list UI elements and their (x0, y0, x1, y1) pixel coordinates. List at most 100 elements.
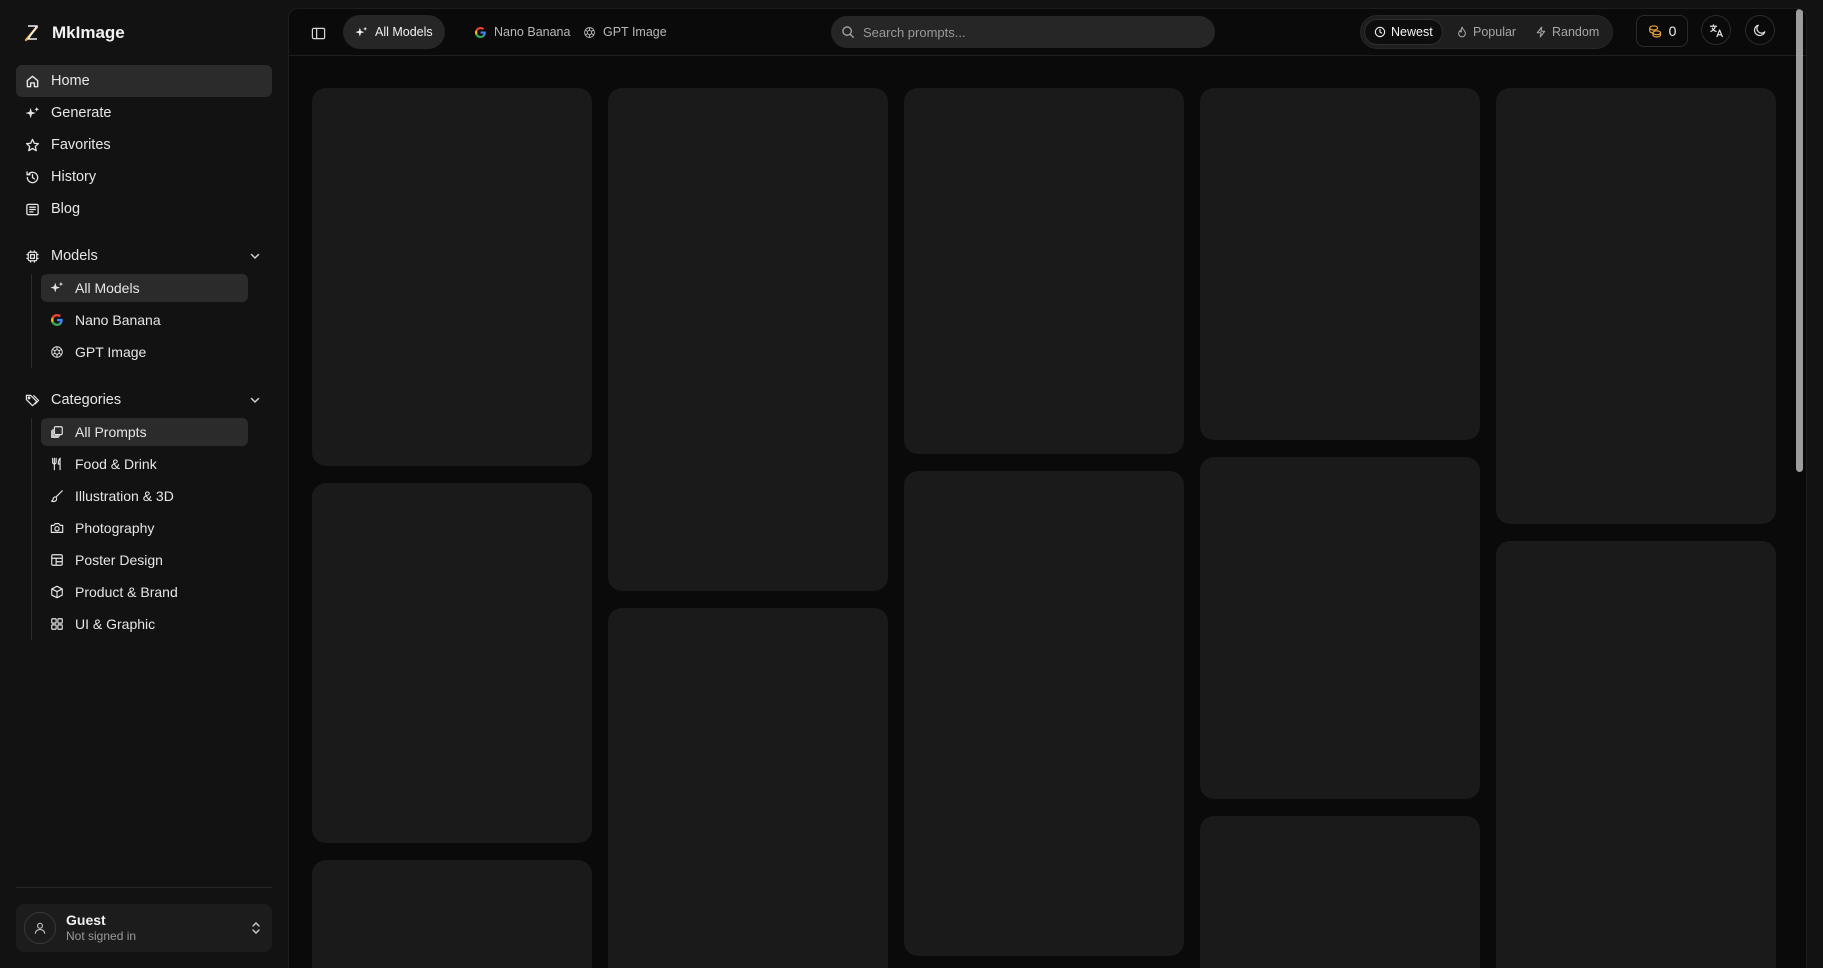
prompt-card-skeleton[interactable] (1200, 457, 1480, 799)
camera-icon (50, 523, 64, 533)
prompt-card-skeleton[interactable] (312, 88, 592, 466)
prompt-card-skeleton[interactable] (1496, 541, 1776, 968)
search-box[interactable] (831, 16, 1215, 48)
scrollbar-thumb[interactable] (1796, 9, 1803, 472)
utensils-icon (52, 457, 61, 471)
sidebar-item-label: All Models (75, 280, 140, 296)
sidebar-item-label: All Prompts (75, 424, 147, 440)
language-button[interactable] (1701, 15, 1731, 45)
moon-icon (1753, 24, 1766, 37)
search-icon (842, 26, 854, 38)
user-name: Guest (66, 912, 106, 928)
sidebar-category-photography[interactable]: Photography (41, 514, 248, 542)
brush-icon (51, 490, 63, 503)
tab-nano-banana[interactable]: Nano Banana (462, 15, 582, 49)
clock-icon (1374, 26, 1386, 38)
chevron-down-icon[interactable] (248, 249, 262, 263)
user-menu[interactable]: Guest Not signed in (16, 904, 272, 952)
categories-section-header[interactable]: Categories (16, 384, 272, 416)
sidebar-model-all[interactable]: All Models (41, 274, 248, 302)
sort-newest-button[interactable]: Newest (1364, 19, 1443, 45)
models-section-label: Models (51, 248, 98, 264)
sidebar-item-label: Illustration & 3D (75, 488, 174, 504)
sparkles-icon (50, 281, 64, 293)
chevron-down-icon[interactable] (248, 393, 262, 407)
brand-name: MkImage (52, 23, 125, 42)
box-icon (51, 585, 63, 599)
user-info: Guest Not signed in (66, 912, 136, 944)
openai-icon (584, 26, 595, 38)
bolt-icon (1536, 26, 1546, 38)
sidebar-item-label: Nano Banana (75, 312, 161, 328)
theme-toggle-button[interactable] (1745, 15, 1775, 45)
prompt-card-skeleton[interactable] (312, 860, 592, 968)
categories-section-label: Categories (51, 392, 122, 408)
sidebar: MkImage Home Generate Favorites History … (0, 0, 288, 968)
sidebar-divider (16, 887, 272, 888)
sidebar-category-food-drink[interactable]: Food & Drink (41, 450, 248, 478)
sidebar-item-label: History (51, 169, 97, 185)
google-icon (51, 314, 63, 326)
panel-left-icon (311, 27, 325, 39)
sidebar-item-favorites[interactable]: Favorites (16, 129, 272, 161)
sort-popular-button[interactable]: Popular (1447, 19, 1525, 45)
sidebar-toggle-button[interactable] (303, 18, 333, 48)
prompt-card-skeleton[interactable] (904, 471, 1184, 956)
openai-icon (51, 346, 63, 358)
search-input[interactable] (863, 24, 1193, 40)
sidebar-item-label: Generate (51, 105, 112, 121)
credits-button[interactable]: 0 (1636, 15, 1688, 47)
sidebar-item-label: Product & Brand (75, 584, 178, 600)
categories-tree-line (31, 418, 32, 640)
star-icon (25, 138, 40, 151)
grid-icon (51, 618, 63, 630)
prompt-card-skeleton[interactable] (608, 88, 888, 591)
prompt-card-skeleton[interactable] (608, 608, 888, 968)
sort-label: Random (1552, 25, 1600, 39)
tab-label: GPT Image (603, 25, 667, 39)
sidebar-category-product-brand[interactable]: Product & Brand (41, 578, 248, 606)
sidebar-item-generate[interactable]: Generate (16, 97, 272, 129)
sidebar-model-nano-banana[interactable]: Nano Banana (41, 306, 248, 334)
prompt-card-skeleton[interactable] (1200, 88, 1480, 440)
sidebar-category-illustration-3d[interactable]: Illustration & 3D (41, 482, 248, 510)
sidebar-category-all-prompts[interactable]: All Prompts (41, 418, 248, 446)
prompt-card-skeleton[interactable] (312, 483, 592, 843)
models-tree-line (31, 274, 32, 368)
prompt-card-skeleton[interactable] (1200, 816, 1480, 968)
sidebar-category-poster-design[interactable]: Poster Design (41, 546, 248, 574)
chevrons-up-down-icon[interactable] (250, 921, 262, 935)
sidebar-item-blog[interactable]: Blog (16, 193, 272, 225)
tags-icon (25, 394, 40, 406)
sidebar-item-label: Favorites (51, 137, 111, 153)
sidebar-category-ui-graphic[interactable]: UI & Graphic (41, 610, 248, 638)
tab-all-models[interactable]: All Models (343, 15, 445, 49)
chip-icon (26, 249, 39, 263)
stack-icon (51, 426, 63, 438)
user-icon (34, 922, 46, 934)
sparkles-icon (355, 26, 368, 37)
flame-icon (1458, 26, 1466, 38)
credits-count: 0 (1668, 23, 1677, 39)
sort-random-button[interactable]: Random (1526, 19, 1608, 45)
avatar (24, 912, 56, 944)
topbar: All Models Nano Banana GPT Image Search … (289, 9, 1806, 56)
sidebar-model-gpt-image[interactable]: GPT Image (41, 338, 248, 366)
sparkles-icon (25, 106, 40, 118)
tab-gpt-image[interactable]: GPT Image (571, 15, 679, 49)
sidebar-item-history[interactable]: History (16, 161, 272, 193)
sidebar-item-label: Photography (75, 520, 155, 536)
main-content: All Models Nano Banana GPT Image Search … (288, 8, 1807, 968)
app-root: MkImage Home Generate Favorites History … (0, 0, 1823, 968)
history-icon (26, 170, 39, 183)
prompt-card-skeleton[interactable] (1496, 88, 1776, 524)
brand[interactable]: MkImage (24, 20, 125, 46)
tab-label: Nano Banana (494, 25, 571, 39)
home-icon (26, 75, 39, 87)
prompt-card-skeleton[interactable] (904, 88, 1184, 454)
sidebar-item-home[interactable]: Home (16, 65, 272, 97)
models-section-header[interactable]: Models (16, 240, 272, 272)
blog-icon (26, 203, 39, 215)
translate-icon (1709, 23, 1723, 37)
sort-label: Newest (1391, 25, 1433, 39)
